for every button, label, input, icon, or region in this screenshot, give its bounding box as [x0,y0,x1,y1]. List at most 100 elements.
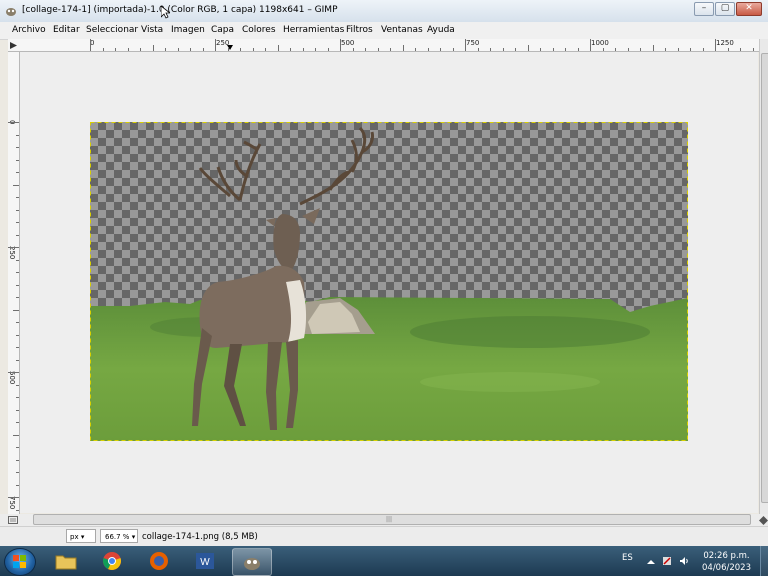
ruler-tick [677,48,679,51]
window-title: [collage-174-1] (importada)-1.0 (Color R… [22,5,338,15]
ruler-tick [16,384,19,386]
vertical-scroll-thumb[interactable] [761,53,768,503]
ruler-tick [13,184,19,186]
ruler-tick [16,397,19,398]
menu-filtros[interactable]: Filtros [346,25,373,35]
mouse-cursor-icon [161,6,170,19]
ruler-tick [16,284,19,286]
ruler-tick [377,48,379,51]
ruler-tick [16,409,19,411]
ruler-tick [390,48,391,51]
taskbar-gimp[interactable] [232,548,272,576]
ruler-tick [527,45,529,51]
scroll-grip-icon: ||| [386,516,393,523]
menu-herramientas[interactable]: Herramientas [283,25,344,35]
ruler-label: 1250 [716,39,734,47]
start-button[interactable] [4,548,36,576]
ruler-label: 750 [466,39,480,47]
ruler-tick [16,159,19,161]
ruler-tick [702,48,704,51]
firefox-icon [150,552,168,570]
ruler-tick [752,48,754,51]
ruler-tick [16,447,19,448]
gimp-icon [244,558,260,570]
image-canvas-area[interactable] [20,52,758,513]
quick-mask-toggle-icon[interactable] [8,516,18,524]
folder-icon [55,555,77,570]
vertical-ruler[interactable]: 0 250 500 750 [8,52,20,514]
word-icon: W [196,553,214,569]
ruler-label: 500 [341,39,355,47]
ruler-tick [16,347,19,348]
ruler-tick [240,48,241,51]
action-center-flag-icon[interactable] [662,556,672,566]
menu-editar[interactable]: Editar [53,25,80,35]
ruler-tick [102,48,104,51]
ruler-tick [16,459,19,461]
show-hidden-icons-icon[interactable] [646,557,656,567]
ruler-tick [502,48,504,51]
ruler-tick [252,48,254,51]
ruler-tick [90,39,91,51]
vertical-scrollbar[interactable] [759,39,768,514]
chevron-down-icon: ▾ [131,533,136,541]
ruler-tick [16,222,19,223]
taskbar-chrome[interactable] [94,548,132,574]
menu-ayuda[interactable]: Ayuda [427,25,455,35]
maximize-button[interactable]: ▢ [715,2,735,16]
horizontal-scrollbar[interactable]: ||| [33,514,751,525]
ruler-label: 750 [8,496,16,510]
ruler-tick [16,209,19,211]
minimize-button[interactable]: – [694,2,714,16]
ruler-tick [16,259,19,261]
menu-capa[interactable]: Capa [211,25,234,35]
deer-collage-image[interactable] [90,122,688,441]
ruler-tick [352,48,354,51]
ruler-tick [715,39,716,51]
show-desktop-button[interactable] [760,546,768,576]
menu-archivo[interactable]: Archivo [12,25,46,35]
menu-colores[interactable]: Colores [242,25,276,35]
close-button[interactable]: ✕ [736,2,762,16]
taskbar-firefox[interactable] [140,548,178,574]
zoom-value: 66.7 % [105,533,130,541]
ruler-tick [727,48,729,51]
ruler-tick [16,297,19,298]
language-indicator[interactable]: ES [622,553,633,563]
taskbar-explorer[interactable] [47,548,85,574]
ruler-tick [302,48,304,51]
ruler-tick [565,48,566,51]
menu-vista[interactable]: Vista [141,25,163,35]
menu-imagen[interactable]: Imagen [171,25,205,35]
ruler-tick [13,309,19,311]
ruler-tick [327,48,329,51]
ruler-tick [16,359,19,361]
unit-selector[interactable]: px ▾ [66,529,96,543]
svg-text:W: W [200,557,210,568]
menu-ventanas[interactable]: Ventanas [381,25,423,35]
ruler-tick [365,48,366,51]
ruler-tick [8,497,19,498]
window-titlebar[interactable]: [collage-174-1] (importada)-1.0 (Color R… [0,0,768,23]
ruler-tick [190,48,191,51]
ruler-tick [315,48,316,51]
ruler-tick [165,48,166,51]
gimp-app-icon [6,8,16,16]
taskbar-word[interactable]: W [186,548,224,574]
menu-seleccionar[interactable]: Seleccionar [86,25,138,35]
volume-icon[interactable] [679,556,689,566]
ruler-tick [515,48,516,51]
ruler-tick [140,48,141,51]
ruler-tick [115,48,116,51]
pointer-marker-icon [227,45,233,50]
ruler-label: 1000 [591,39,609,47]
ruler-tick [477,48,479,51]
ruler-tick [16,472,19,473]
horizontal-ruler[interactable]: 0 250 500 750 1000 1250 [19,39,759,52]
zoom-selector[interactable]: 66.7 % ▾ [100,529,138,543]
system-clock[interactable]: 02:26 p.m. 04/06/2023 [702,550,751,574]
ruler-tick [8,122,19,123]
file-info: collage-174-1.png (8,5 MB) [142,532,258,542]
navigate-icon[interactable] [759,516,768,525]
ruler-label: 250 [8,246,16,260]
